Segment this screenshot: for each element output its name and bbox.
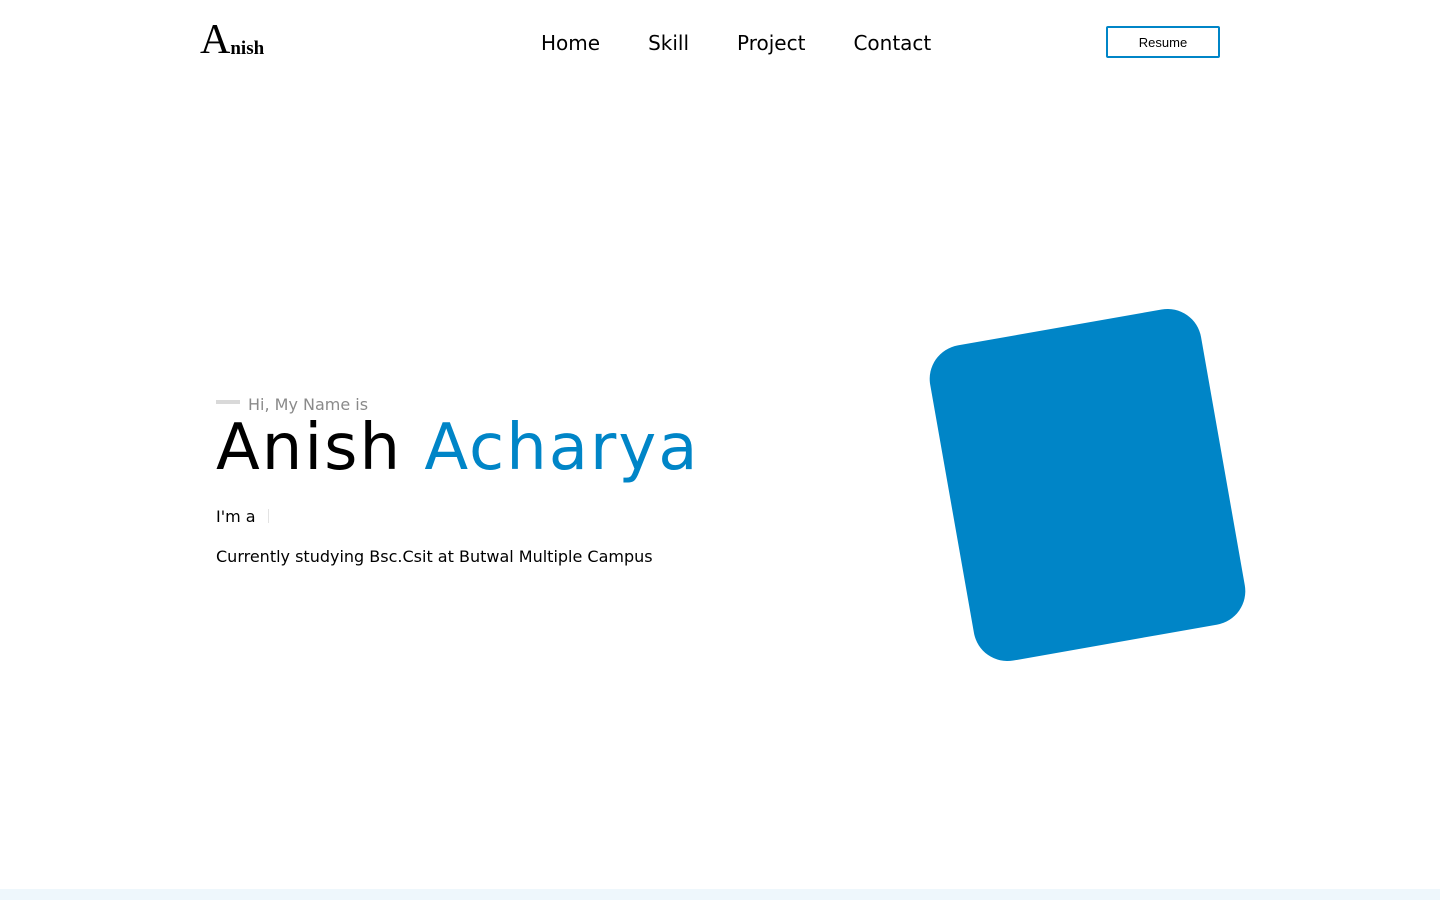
next-section-edge bbox=[0, 889, 1440, 900]
hero-section: Hi, My Name is Anish Acharya I'm a Curre… bbox=[216, 390, 856, 571]
nav-link-home[interactable]: Home bbox=[541, 28, 600, 58]
nav-link-skill[interactable]: Skill bbox=[648, 28, 689, 58]
last-name: Acharya bbox=[424, 411, 700, 485]
role-row: I'm a bbox=[216, 502, 856, 530]
hero-decorative-shape bbox=[924, 303, 1251, 667]
nav-link-contact[interactable]: Contact bbox=[853, 28, 931, 58]
logo[interactable]: A nish bbox=[200, 17, 276, 63]
logo-initial: A bbox=[200, 17, 230, 63]
portfolio-page: A nish Home Skill Project Contact Resume… bbox=[0, 0, 1440, 900]
greeting-dash-icon bbox=[216, 400, 240, 404]
main-nav: Home Skill Project Contact bbox=[541, 28, 931, 58]
nav-link-project[interactable]: Project bbox=[737, 28, 805, 58]
site-header: A nish Home Skill Project Contact Resume bbox=[0, 0, 1440, 86]
resume-button[interactable]: Resume bbox=[1106, 26, 1220, 58]
first-name: Anish bbox=[216, 411, 403, 485]
role-prefix: I'm a bbox=[216, 506, 256, 526]
logo-text: nish bbox=[230, 38, 265, 59]
study-text: Currently studying Bsc.Csit at Butwal Mu… bbox=[216, 547, 653, 566]
typing-cursor-icon bbox=[267, 509, 269, 523]
hero-name: Anish Acharya bbox=[216, 416, 856, 480]
